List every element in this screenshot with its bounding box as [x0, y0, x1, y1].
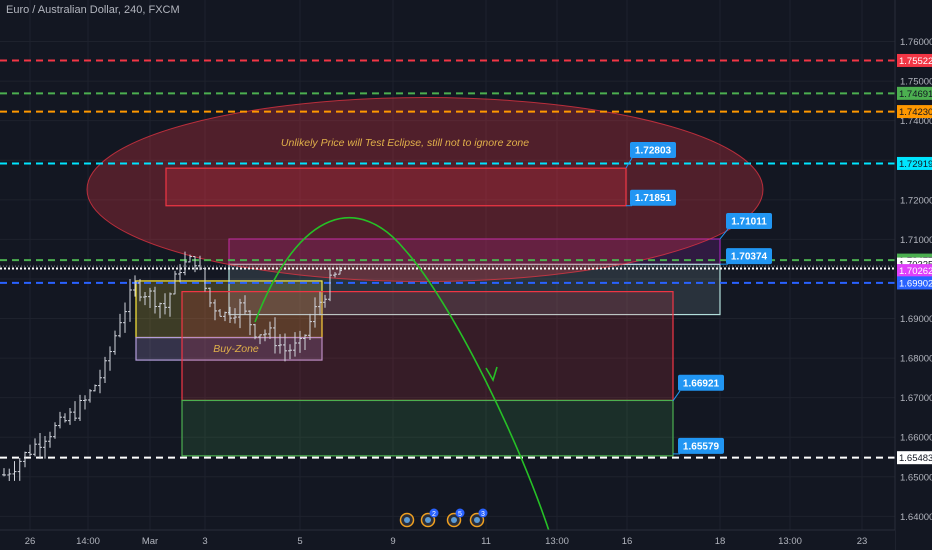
callout-text: 1.70374	[731, 252, 768, 263]
time-tick-label: Mar	[142, 536, 158, 547]
time-tick-label: 11	[481, 536, 491, 547]
extra-price-tag[interactable]: 1.70262	[897, 264, 932, 278]
symbol-name: Euro / Australian Dollar	[6, 4, 118, 16]
event-badge[interactable]	[399, 512, 415, 528]
price-chart[interactable]: Unlikely Price will Test Eclipse, still …	[0, 0, 932, 550]
symbol-interval: 240	[124, 4, 143, 16]
callout-text: 1.66921	[683, 378, 720, 389]
green-zone[interactable]	[181, 399, 674, 457]
price-tick-label: 1.76000	[900, 37, 932, 48]
price-tag-text: 1.69902	[899, 278, 932, 289]
line-price-tag[interactable]: 1.74691	[897, 86, 932, 100]
price-tick-label: 1.67000	[900, 393, 932, 404]
symbol-title: Euro / Australian Dollar, 240, FXCM	[6, 4, 180, 16]
time-axis: 26 14:00 Mar 3 5 9 11 13:00 16 18 13:00 23	[0, 529, 895, 550]
eclipse-zone[interactable]	[86, 97, 764, 283]
event-badge-dot	[425, 517, 431, 523]
event-badge-dot	[474, 517, 480, 523]
chart-area[interactable]: Unlikely Price will Test Eclipse, still …	[0, 0, 932, 550]
callout-text: 1.71011	[731, 216, 767, 227]
price-tag-text: 1.74691	[899, 89, 932, 100]
time-tick-label: 13:00	[778, 536, 802, 547]
price-tick-label: 1.69000	[900, 314, 932, 325]
event-badge-count: 5	[458, 511, 462, 518]
time-tick-label: 9	[390, 536, 395, 547]
line-price-tag[interactable]: 1.75522	[897, 53, 932, 67]
extra-price-tag[interactable]: 1.69902	[897, 276, 932, 290]
price-tick-label: 1.64000	[900, 512, 932, 523]
time-axis-bg	[0, 530, 895, 550]
buy-zone-label: Buy-Zone	[213, 343, 259, 355]
price-tick-label: 1.75000	[900, 77, 932, 88]
event-badge-count: 3	[481, 511, 485, 518]
price-tag-text: 1.74230	[899, 107, 932, 118]
time-tick-label: 13:00	[545, 536, 569, 547]
callout-text: 1.65579	[683, 441, 720, 452]
price-callout[interactable]: 1.71851	[626, 189, 676, 207]
ellipse-layer	[86, 97, 764, 283]
event-badge-dot	[404, 517, 410, 523]
price-tick-label: 1.71000	[900, 235, 932, 246]
event-badge-dot	[451, 517, 457, 523]
time-tick-label: 5	[297, 536, 302, 547]
time-tick-label: 18	[715, 536, 726, 547]
price-tick-label: 1.72000	[900, 195, 932, 206]
price-tick-label: 1.68000	[900, 354, 932, 365]
time-tick-label: 3	[202, 536, 207, 547]
symbol-source: FXCM	[148, 4, 180, 16]
price-callout[interactable]: 1.70374	[720, 248, 772, 265]
price-tag-text: 1.75522	[899, 56, 932, 67]
event-badge-count: 2	[432, 511, 436, 518]
line-price-tag[interactable]: 1.72919	[897, 156, 932, 170]
price-axis: 1.760001.750001.740001.730001.720001.710…	[894, 0, 932, 550]
time-tick-label: 26	[25, 536, 36, 547]
ellipse-annotation: Unlikely Price will Test Eclipse, still …	[281, 137, 529, 149]
price-tag-text: 1.65483	[899, 453, 932, 464]
price-tag-text: 1.72919	[899, 159, 932, 170]
price-tag-text: 1.70262	[899, 266, 932, 277]
line-price-tag[interactable]: 1.65483	[897, 451, 932, 465]
callout-text: 1.71851	[635, 193, 672, 204]
price-tick-label: 1.66000	[900, 433, 932, 444]
time-tick-label: 16	[622, 536, 633, 547]
price-callout[interactable]: 1.65579	[673, 437, 724, 455]
line-price-tag[interactable]: 1.74230	[897, 105, 932, 119]
time-tick-label: 23	[857, 536, 868, 547]
price-tick-label: 1.65000	[900, 472, 932, 483]
callout-text: 1.72803	[635, 146, 672, 157]
time-tick-label: 14:00	[76, 536, 100, 547]
